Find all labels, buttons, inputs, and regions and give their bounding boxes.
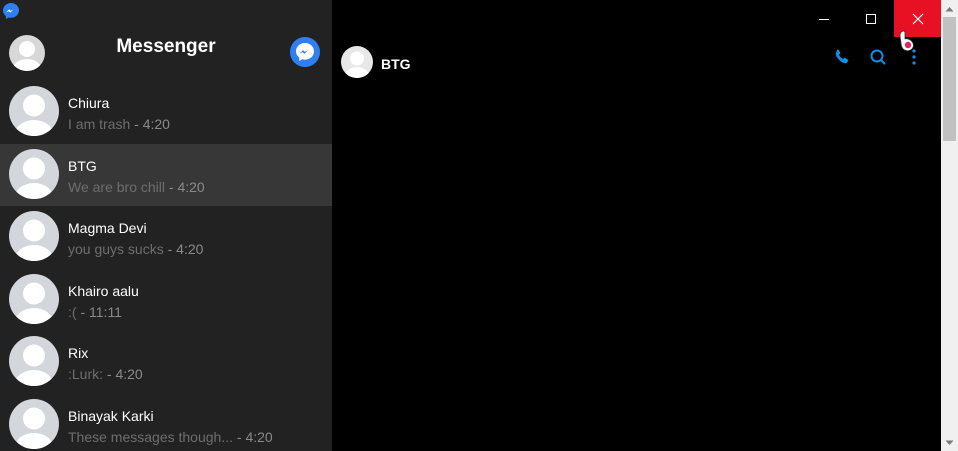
message-time-separator: - [233,428,246,445]
last-message-text: :Lurk: [68,366,104,382]
messenger-logo-icon [3,3,19,19]
scroll-down-arrow[interactable] [941,434,958,451]
conversation-item[interactable]: Magma Devi you guys sucks - 4:20 [0,206,332,269]
conversation-item[interactable]: Binayak Karki These messages though... - … [0,394,332,451]
new-message-button[interactable] [290,37,320,67]
chat-title: BTG [381,56,411,72]
message-preview: you guys sucks - 4:20 [68,241,203,257]
chat-contact-avatar[interactable] [341,46,373,78]
person-silhouette-icon [15,344,53,386]
contact-avatar [9,273,59,324]
person-silhouette-icon [15,282,53,324]
maximize-icon [865,13,876,24]
last-message-text: :( [68,303,77,320]
conversation-item[interactable]: Khairo aalu :( - 11:11 [0,269,332,332]
sidebar: Messenger Chiura I am trash - 4:20 BTG We a… [0,0,332,451]
message-time-separator: - [130,116,143,132]
last-message-time: 4:20 [142,116,170,132]
last-message-time: 4:20 [245,428,273,445]
message-preview: We are bro chill - 4:20 [68,179,205,195]
message-time-separator: - [165,178,178,195]
chevron-down-icon [945,440,954,445]
last-message-text: I am trash [68,116,131,132]
person-silhouette-icon [15,219,53,261]
last-message-time: 4:20 [115,366,143,382]
chat-header: BTG [332,40,942,86]
contact-name: Khairo aalu [68,282,139,299]
contact-name: Chiura [68,95,110,111]
mouse-cursor-icon [899,30,914,52]
messenger-compose-icon [296,43,314,61]
message-preview: :Lurk: - 4:20 [68,366,143,382]
message-time-separator: - [76,303,90,320]
contact-avatar [9,398,59,449]
contact-name: Binayak Karki [68,407,154,424]
person-silhouette-icon [15,157,53,199]
contact-avatar [9,86,59,136]
contact-name: BTG [68,157,97,174]
message-time-separator: - [103,366,116,382]
conversation-item[interactable]: BTG We are bro chill - 4:20 [0,143,332,206]
close-icon [912,13,923,24]
conversation-list: Chiura I am trash - 4:20 BTG We are bro chi… [0,81,332,451]
sidebar-header: Messenger [0,20,332,82]
minimize-icon [818,18,829,20]
message-preview: I am trash - 4:20 [68,116,170,132]
last-message-time: 4:20 [176,241,204,257]
scroll-up-arrow[interactable] [941,0,958,17]
contact-avatar [9,336,59,386]
sidebar-title: Messenger [116,36,216,57]
person-silhouette-icon [15,94,53,136]
last-message-text: you guys sucks [68,241,164,257]
window-controls [800,0,941,37]
message-preview: These messages though... - 4:20 [68,429,273,445]
chevron-up-icon [945,6,954,11]
last-message-text: These messages though... [68,428,233,445]
minimize-button[interactable] [800,0,847,37]
person-silhouette-icon [345,51,369,78]
phone-icon[interactable] [832,47,852,67]
conversation-item[interactable]: Rix :Lurk: - 4:20 [0,331,332,394]
last-message-text: We are bro chill [68,178,166,195]
last-message-time: 11:11 [89,303,122,320]
vertical-scrollbar[interactable] [941,0,958,451]
person-silhouette-icon [15,407,53,449]
message-preview: :( - 11:11 [68,304,122,320]
contact-avatar [9,148,59,199]
search-icon[interactable] [868,47,888,67]
maximize-button[interactable] [847,0,894,37]
contact-name: Rix [68,345,89,361]
scroll-thumb[interactable] [943,17,956,141]
contact-name: Magma Devi [68,220,147,236]
conversation-item[interactable]: Chiura I am trash - 4:20 [0,81,332,144]
contact-avatar [9,211,59,261]
last-message-time: 4:20 [177,178,205,195]
message-time-separator: - [163,241,177,257]
